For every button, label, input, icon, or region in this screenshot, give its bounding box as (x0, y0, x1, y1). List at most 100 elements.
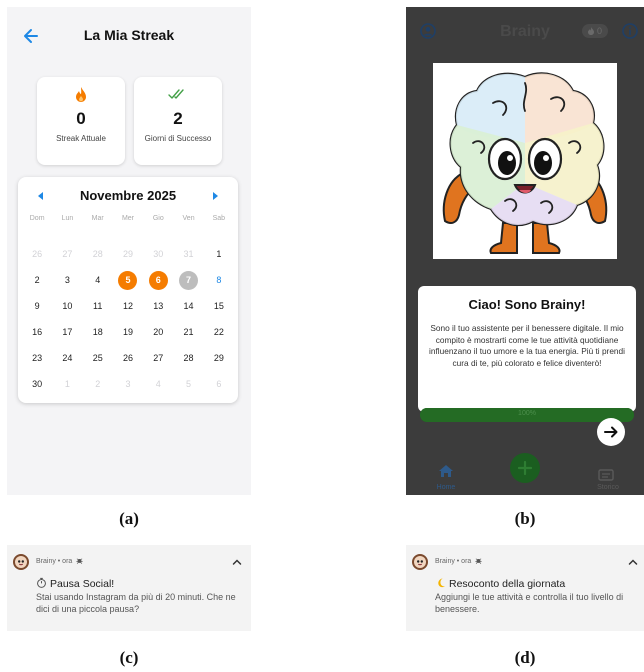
app-avatar (13, 554, 29, 570)
flame-icon (588, 27, 594, 35)
nav-history[interactable]: Storico (588, 484, 628, 491)
notification-title: Pausa Social! (36, 577, 114, 590)
calendar-day[interactable]: 26 (22, 241, 52, 267)
home-icon[interactable] (436, 464, 456, 478)
calendar-day[interactable]: 27 (52, 241, 82, 267)
calendar-day[interactable]: 29 (204, 345, 234, 371)
streak-screen: La Mia Streak 0 Streak Attuale 2 Giorni … (7, 7, 251, 495)
brainy-mascot (433, 63, 617, 259)
calendar-day[interactable]: 20 (143, 319, 173, 345)
success-day-marker: 6 (148, 270, 168, 290)
calendar-day[interactable]: 11 (83, 293, 113, 319)
calendar-day[interactable]: 13 (143, 293, 173, 319)
success-days-card: 2 Giorni di Successo (134, 77, 222, 165)
brain-mascot-icon (442, 72, 608, 254)
bug-icon (475, 558, 482, 564)
calendar-day[interactable]: 5 (113, 267, 143, 293)
calendar-day[interactable]: 21 (173, 319, 203, 345)
notification-app-name: Brainy • ora (435, 557, 482, 565)
nav-home[interactable]: Home (426, 484, 466, 491)
calendar-day[interactable]: 30 (22, 371, 52, 397)
calendar-day[interactable]: 16 (22, 319, 52, 345)
calendar-month: Novembre 2025 (79, 188, 177, 203)
plus-icon (518, 461, 532, 475)
dialog-title: Ciao! Sono Brainy! (468, 297, 586, 312)
next-button[interactable] (597, 418, 625, 446)
calendar-day[interactable]: 26 (113, 345, 143, 371)
calendar-day[interactable]: 7 (173, 267, 203, 293)
chevron-up-icon[interactable] (628, 558, 638, 566)
calendar-day[interactable]: 10 (52, 293, 82, 319)
calendar-day[interactable]: 2 (22, 267, 52, 293)
calendar-day[interactable]: 29 (113, 241, 143, 267)
moon-icon (438, 578, 445, 588)
calendar-day[interactable]: 15 (204, 293, 234, 319)
calendar-day[interactable]: 27 (143, 345, 173, 371)
streak-counter-value: 0 (597, 26, 603, 36)
calendar-day[interactable]: 28 (83, 241, 113, 267)
caption-a: (a) (119, 509, 139, 528)
calendar-day[interactable]: 19 (113, 319, 143, 345)
weekday-label: Lun (61, 215, 74, 222)
calendar-day[interactable]: 4 (143, 371, 173, 397)
calendar-day[interactable]: 22 (204, 319, 234, 345)
notification-body: Aggiungi le tue attività e controlla il … (435, 592, 624, 614)
notification-body: Stai usando Instagram da più di 20 minut… (36, 592, 236, 614)
stopwatch-icon (37, 577, 46, 588)
double-check-icon (168, 89, 184, 99)
calendar: Novembre 2025 Dom Lun Mar Mer Gio Ven Sab 26 27 2… (18, 177, 238, 403)
chevron-right-icon[interactable] (210, 190, 220, 202)
calendar-day[interactable]: 3 (113, 371, 143, 397)
calendar-day[interactable]: 25 (83, 345, 113, 371)
weekday-label: Dom (29, 215, 45, 222)
today-marker: 7 (179, 270, 199, 290)
chevron-up-icon[interactable] (232, 558, 242, 566)
current-streak-card: 0 Streak Attuale (37, 77, 125, 165)
bottom-navigation: Home Storico (406, 447, 644, 495)
calendar-header: Novembre 2025 (18, 185, 238, 207)
calendar-day[interactable]: 1 (204, 241, 234, 267)
calendar-day[interactable]: 6 (204, 371, 234, 397)
calendar-day[interactable]: 14 (173, 293, 203, 319)
notification-resoconto[interactable]: Brainy • ora Resoconto della giornata Ag… (406, 545, 644, 631)
success-days-value: 2 (173, 109, 183, 128)
calendar-day[interactable]: 8 (204, 267, 234, 293)
calendar-day[interactable]: 23 (22, 345, 52, 371)
page-title: La Mia Streak (83, 27, 175, 43)
weekday-label: Mar (91, 215, 104, 222)
calendar-day[interactable]: 3 (52, 267, 82, 293)
calendar-day[interactable]: 1 (52, 371, 82, 397)
caption-c: (c) (119, 648, 139, 667)
info-icon[interactable] (622, 23, 638, 39)
caption-d: (d) (514, 648, 536, 667)
calendar-day[interactable]: 31 (173, 241, 203, 267)
calendar-day[interactable]: 24 (52, 345, 82, 371)
notification-pausa-social[interactable]: Brainy • ora Pausa Social! Stai usando I… (7, 545, 251, 631)
dialog-text: Sono il tuo assistente per il benessere … (428, 323, 626, 368)
brain-avatar-icon (15, 556, 27, 568)
calendar-day[interactable]: 6 (143, 267, 173, 293)
add-activity-button[interactable] (510, 453, 540, 483)
progress-label: 100% (518, 410, 536, 417)
calendar-day[interactable]: 30 (143, 241, 173, 267)
intro-dialog: Ciao! Sono Brainy! Sono il tuo assistent… (418, 286, 636, 412)
weekday-label: Gio (152, 215, 164, 222)
app-title: Brainy (500, 23, 550, 40)
calendar-day[interactable]: 4 (83, 267, 113, 293)
brainy-top-bar: Brainy 0 (406, 21, 644, 41)
calendar-day[interactable]: 9 (22, 293, 52, 319)
history-icon[interactable] (598, 469, 614, 481)
calendar-day[interactable]: 18 (83, 319, 113, 345)
calendar-day[interactable]: 5 (173, 371, 203, 397)
weekday-label: Sab (212, 215, 226, 222)
weekday-label: Ven (182, 215, 195, 222)
calendar-day[interactable]: 12 (113, 293, 143, 319)
brain-avatar-icon (414, 556, 426, 568)
calendar-day[interactable]: 2 (83, 371, 113, 397)
streak-counter: 0 (582, 24, 609, 38)
calendar-day[interactable]: 17 (52, 319, 82, 345)
success-day-marker: 5 (118, 270, 138, 290)
streak-header: La Mia Streak (7, 25, 251, 47)
calendar-day[interactable]: 28 (173, 345, 203, 371)
current-streak-label: Streak Attuale (56, 134, 106, 143)
